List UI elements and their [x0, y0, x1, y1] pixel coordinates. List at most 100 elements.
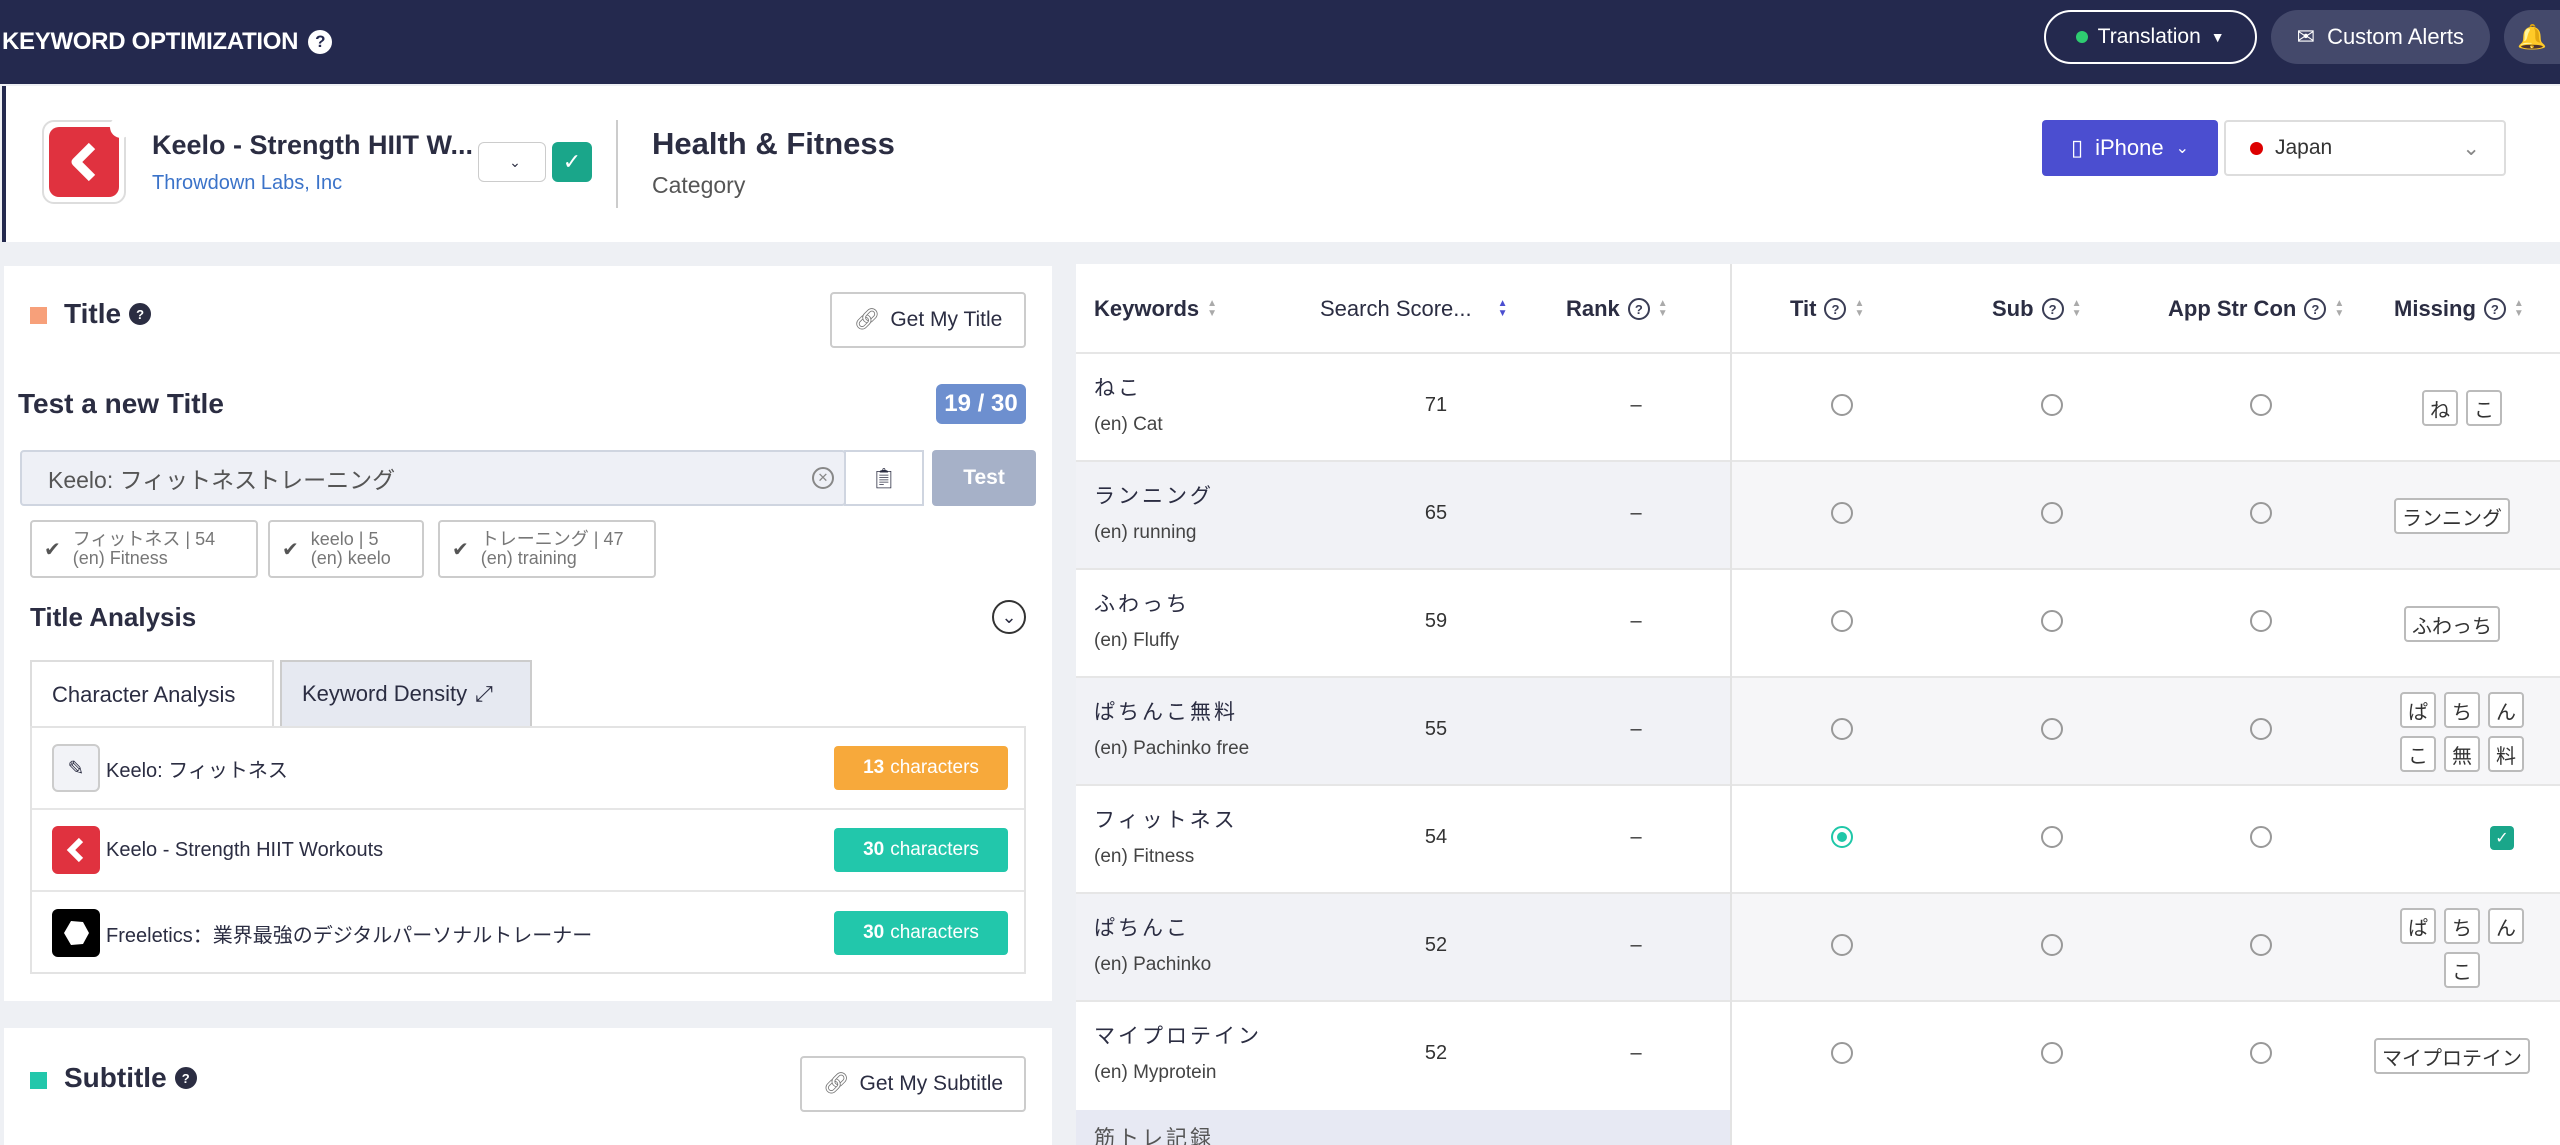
keyword-chip[interactable]: ✔ フィットネス | 54 (en) Fitness: [30, 520, 258, 578]
keyword-text: ぱちんこ無料: [1094, 701, 1238, 724]
chevron-down-icon: ⌄: [509, 153, 521, 170]
title-heading: Title ?: [64, 298, 152, 330]
column-header-keywords[interactable]: Keywords ▲ ▼: [1094, 264, 1217, 354]
title-radio[interactable]: [1831, 934, 1853, 956]
title-input-value: Keelo: フィットネストレーニング: [48, 467, 396, 493]
tab-character-analysis[interactable]: Character Analysis: [30, 660, 274, 728]
missing-token: ふわっち: [2404, 606, 2500, 642]
column-header-search-score[interactable]: Search Score... ▲ ▼: [1320, 264, 1508, 354]
device-select[interactable]: ▯ iPhone ⌄: [2042, 120, 2218, 176]
app-store-connect-radio[interactable]: [2250, 718, 2272, 740]
app-store-connect-radio[interactable]: [2250, 502, 2272, 524]
rank-value: –: [1630, 610, 1642, 632]
title-radio[interactable]: [1831, 502, 1853, 524]
table-row[interactable]: ぱちんこ無料 (en) Pachinko free 55 – ぱちんこ無料: [1076, 676, 2560, 784]
title-radio[interactable]: [1831, 610, 1853, 632]
missing-token: ランニング: [2394, 498, 2510, 534]
header-label: Keywords: [1094, 296, 1200, 321]
keyword-translation: (en) Fitness: [1094, 846, 1195, 867]
sort-icon: ▲ ▼: [1207, 298, 1218, 319]
tab-keyword-density-label: Keyword Density: [302, 681, 468, 706]
sort-icon: ▲ ▼: [1854, 298, 1865, 319]
bell-icon[interactable]: 🔔: [2504, 10, 2560, 64]
check-icon: ✓: [2490, 826, 2514, 850]
column-header-title[interactable]: Tit? ▲ ▼: [1790, 264, 1864, 354]
header-label: Sub: [1992, 296, 2034, 321]
help-icon[interactable]: ?: [174, 1067, 197, 1089]
verified-check-icon[interactable]: ✓: [552, 142, 592, 182]
app-name[interactable]: Keelo - Strength HIIT W...: [152, 130, 473, 161]
app-store-connect-radio[interactable]: [2250, 934, 2272, 956]
help-icon[interactable]: ?: [2483, 298, 2506, 320]
keyword-chip[interactable]: ✔ トレーニング | 47 (en) training: [438, 520, 656, 578]
column-header-subtitle[interactable]: Sub? ▲ ▼: [1992, 264, 2081, 354]
tab-keyword-density[interactable]: Keyword Density ⤢: [280, 660, 532, 728]
count-unit: characters: [890, 757, 979, 778]
test-button[interactable]: Test: [932, 450, 1036, 506]
get-my-subtitle-button[interactable]: 🔗︎ Get My Subtitle: [800, 1056, 1026, 1112]
title-radio[interactable]: [1831, 826, 1853, 848]
app-store-connect-radio[interactable]: [2250, 826, 2272, 848]
top-bar: KEYWORD OPTIMIZATION ? Translation ▼ ✉ C…: [0, 0, 2560, 84]
missing-token: 無: [2444, 736, 2480, 772]
help-icon[interactable]: ?: [2304, 298, 2327, 320]
search-score: 52: [1424, 1042, 1448, 1064]
subtitle-radio[interactable]: [2041, 826, 2063, 848]
get-my-title-button[interactable]: 🔗︎ Get My Title: [830, 292, 1026, 348]
column-header-missing[interactable]: Missing? ▲ ▼: [2394, 264, 2524, 354]
app-icon: [52, 909, 100, 957]
missing-token: ん: [2488, 692, 2524, 728]
country-label: Japan: [2275, 136, 2333, 159]
pencil-icon[interactable]: ✎: [52, 744, 100, 792]
column-header-rank[interactable]: Rank? ▲ ▼: [1566, 264, 1668, 354]
subtitle-radio[interactable]: [2041, 718, 2063, 740]
keyword-chip[interactable]: ✔ keelo | 5 (en) keelo: [268, 520, 424, 578]
link-icon: 🔗︎: [853, 308, 881, 331]
app-icon: [52, 826, 100, 874]
app-store-connect-radio[interactable]: [2250, 610, 2272, 632]
keyword-translation: (en) running: [1094, 522, 1197, 543]
custom-alerts-button[interactable]: ✉ Custom Alerts: [2270, 10, 2490, 64]
clear-icon[interactable]: ✕: [812, 467, 834, 489]
table-row[interactable]: ふわっち (en) Fluffy 59 – ふわっち: [1076, 568, 2560, 676]
country-select[interactable]: Japan ⌄: [2224, 120, 2506, 176]
chevron-down-icon[interactable]: ⌄: [992, 600, 1026, 634]
missing-token: ち: [2444, 692, 2480, 728]
title-radio[interactable]: [1831, 718, 1853, 740]
subtitle-radio[interactable]: [2041, 394, 2063, 416]
header-label: Tit: [1790, 296, 1817, 321]
subtitle-radio[interactable]: [2041, 502, 2063, 524]
title-radio[interactable]: [1831, 394, 1853, 416]
table-row[interactable]: ねこ (en) Cat 71 – ねこ: [1076, 352, 2560, 460]
title-radio[interactable]: [1831, 1042, 1853, 1064]
search-score: 54: [1424, 826, 1448, 848]
missing-token: 料: [2488, 736, 2524, 772]
missing-tokens: ぱちんこ無料: [2392, 692, 2532, 772]
column-header-app-store-connect[interactable]: App Str Con? ▲ ▼: [2168, 264, 2344, 354]
table-row[interactable]: マイプロテイン (en) Myprotein 52 – マイプロテイン: [1076, 1000, 2560, 1108]
table-row[interactable]: ランニング (en) running 65 – ランニング: [1076, 460, 2560, 568]
keyword-text: マイプロテイン: [1094, 1025, 1262, 1048]
subtitle-radio[interactable]: [2041, 610, 2063, 632]
help-icon[interactable]: ?: [1627, 298, 1650, 320]
copy-button[interactable]: 📋︎: [844, 450, 924, 506]
count-value: 30: [863, 839, 885, 860]
link-icon: 🔗︎: [822, 1072, 850, 1095]
help-icon[interactable]: ?: [2041, 298, 2064, 320]
table-row[interactable]: 筋トレ記録: [1076, 1110, 1730, 1145]
translation-toggle[interactable]: Translation ▼: [2043, 10, 2257, 64]
app-store-connect-radio[interactable]: [2250, 394, 2272, 416]
count-value: 30: [863, 922, 885, 943]
subtitle-radio[interactable]: [2041, 1042, 2063, 1064]
title-input[interactable]: Keelo: フィットネストレーニング ✕: [20, 450, 846, 506]
subtitle-radio[interactable]: [2041, 934, 2063, 956]
platform-select[interactable]: ⌄: [478, 142, 546, 182]
table-row[interactable]: フィットネス (en) Fitness 54 – ✓: [1076, 784, 2560, 892]
table-row[interactable]: ぱちんこ (en) Pachinko 52 – ぱちんこ: [1076, 892, 2560, 1000]
help-icon[interactable]: ?: [1824, 298, 1847, 320]
developer-link[interactable]: Throwdown Labs, Inc: [152, 172, 342, 195]
app-store-connect-radio[interactable]: [2250, 1042, 2272, 1064]
help-icon[interactable]: ?: [308, 30, 333, 54]
chevron-down-icon: ⌄: [2462, 136, 2480, 160]
help-icon[interactable]: ?: [129, 303, 152, 325]
